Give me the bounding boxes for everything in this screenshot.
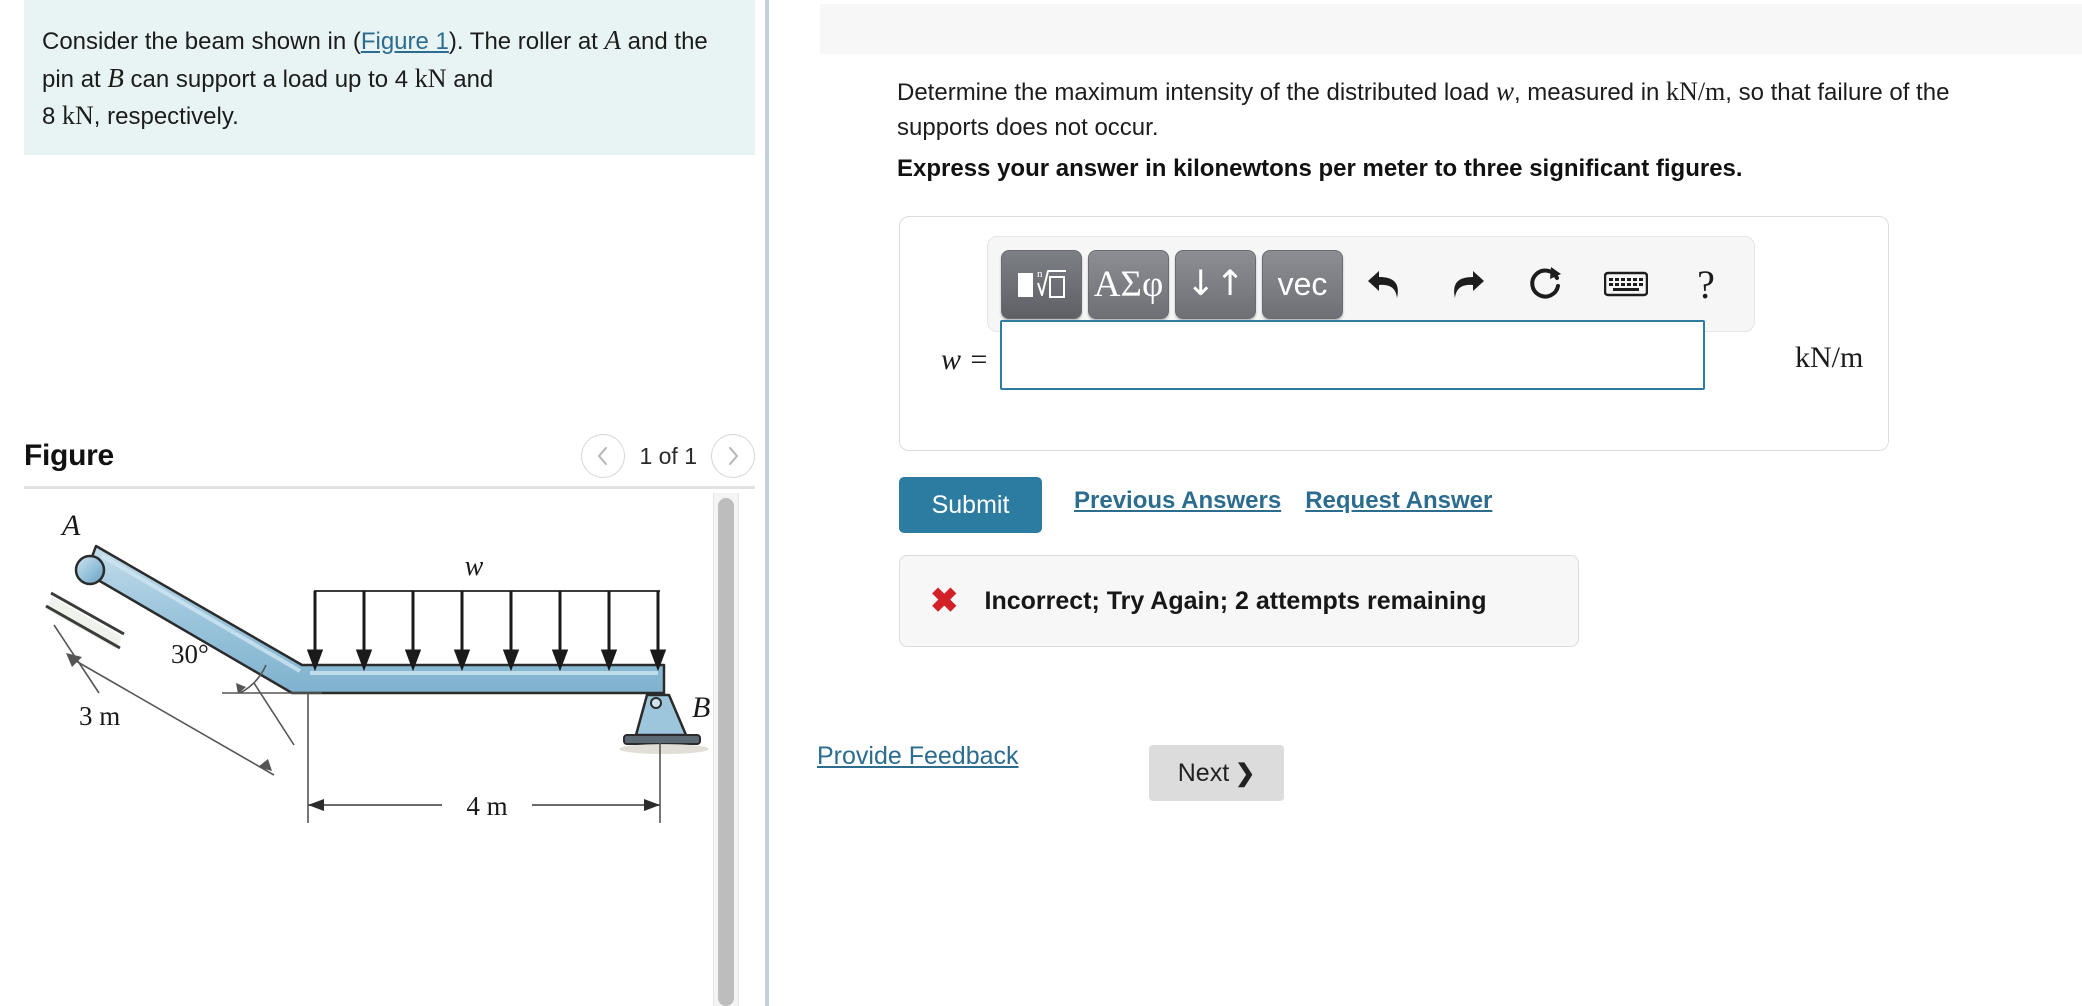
left-panel: Consider the beam shown in (Figure 1). T… — [0, 0, 766, 1006]
beam-diagram: A B w 30° 3 m 4 m — [45, 509, 710, 823]
top-status-bar — [820, 4, 2082, 54]
label-angle: 30° — [171, 639, 209, 669]
math-toolbar: n ΑΣφ ↓↑ vec ? — [987, 236, 1755, 332]
reset-icon — [1530, 267, 1561, 299]
answer-input[interactable] — [1000, 320, 1705, 390]
arrows-button[interactable]: ↓↑ — [1175, 249, 1256, 319]
statement-part-6: 8 — [42, 102, 63, 130]
undo-button[interactable] — [1349, 250, 1423, 319]
label-load-w: w — [465, 551, 484, 582]
label-3m: 3 m — [79, 701, 120, 731]
redo-icon — [1454, 271, 1484, 298]
statement-part-7: , respectively. — [93, 102, 239, 130]
variable-a: A — [604, 25, 622, 55]
beam-body — [84, 544, 666, 695]
problem-statement-text: Consider the beam shown in (Figure 1). T… — [42, 22, 729, 134]
vector-button[interactable]: vec — [1262, 249, 1343, 319]
math-template-icon: n — [1017, 268, 1066, 298]
express-instruction: Express your answer in kilonewtons per m… — [897, 155, 1743, 182]
request-answer-link[interactable]: Request Answer — [1305, 487, 1492, 515]
figure-header: Figure 1 of 1 — [24, 425, 755, 487]
label-point-a: A — [60, 509, 81, 542]
feedback-message: Incorrect; Try Again; 2 attempts remaini… — [984, 586, 1487, 615]
svg-text:n: n — [1037, 268, 1043, 280]
redo-button[interactable] — [1429, 250, 1503, 319]
figure-divider — [24, 486, 755, 489]
dimension-4m: 4 m — [307, 693, 661, 823]
keyboard-button[interactable] — [1589, 250, 1663, 319]
question-unit: kN/m — [1666, 77, 1726, 106]
figure-viewport: A B w 30° 3 m 4 m — [24, 493, 755, 1006]
undo-icon — [1368, 271, 1398, 298]
answer-unit-label: kN/m — [1795, 341, 1864, 374]
math-template-button[interactable]: n — [1001, 249, 1082, 319]
roller-support-surface — [45, 591, 125, 650]
figure-1-link[interactable]: Figure 1 — [361, 28, 449, 55]
figure-scrollbar-thumb[interactable] — [718, 498, 734, 1006]
problem-statement-box: Consider the beam shown in (Figure 1). T… — [24, 0, 755, 155]
label-4m: 4 m — [466, 791, 507, 821]
next-button[interactable]: Next ❯ — [1149, 745, 1284, 801]
question-part-1: Determine the maximum intensity of the d… — [897, 79, 1496, 106]
feedback-banner: ✖ Incorrect; Try Again; 2 attempts remai… — [899, 555, 1579, 647]
keyboard-icon — [1604, 271, 1648, 297]
figure-next-button[interactable] — [711, 434, 755, 478]
figure-pagination: 1 of 1 — [581, 434, 755, 478]
figure-title: Figure — [24, 439, 114, 472]
chevron-right-icon — [729, 447, 738, 465]
distributed-load: w — [306, 551, 667, 672]
greek-symbols-button[interactable]: ΑΣφ — [1088, 249, 1169, 319]
problem-page: Consider the beam shown in (Figure 1). T… — [0, 0, 2082, 1006]
unit-kn-1: kN — [414, 63, 447, 93]
figure-counter: 1 of 1 — [639, 442, 697, 469]
help-button[interactable]: ? — [1669, 250, 1743, 319]
reset-button[interactable] — [1509, 250, 1583, 319]
chevron-right-icon: ❯ — [1235, 759, 1256, 787]
statement-part-2: ). The roller at — [448, 28, 605, 55]
unit-kn-2: kN — [62, 100, 94, 130]
answer-variable-label: w = — [941, 343, 989, 376]
statement-part-4: can support a load up to 4 — [123, 65, 415, 93]
submit-button[interactable]: Submit — [899, 477, 1042, 533]
roller-circle-a — [74, 554, 106, 586]
x-mark-icon: ✖ — [930, 582, 959, 620]
next-button-label: Next — [1177, 758, 1230, 787]
statement-part-5: and — [446, 65, 494, 93]
question-part-2: , measured in — [1513, 79, 1667, 106]
figure-prev-button[interactable] — [581, 434, 626, 478]
question-text: Determine the maximum intensity of the d… — [897, 72, 2047, 145]
statement-part-1: Consider the beam shown in ( — [42, 28, 361, 55]
variable-b: B — [107, 62, 124, 93]
question-variable-w: w — [1495, 76, 1514, 106]
chevron-left-icon — [598, 447, 608, 465]
provide-feedback-link[interactable]: Provide Feedback — [817, 742, 1019, 771]
previous-answers-link[interactable]: Previous Answers — [1074, 487, 1281, 515]
answer-links: Previous Answers Request Answer — [1074, 487, 1492, 515]
label-point-b: B — [692, 691, 710, 724]
